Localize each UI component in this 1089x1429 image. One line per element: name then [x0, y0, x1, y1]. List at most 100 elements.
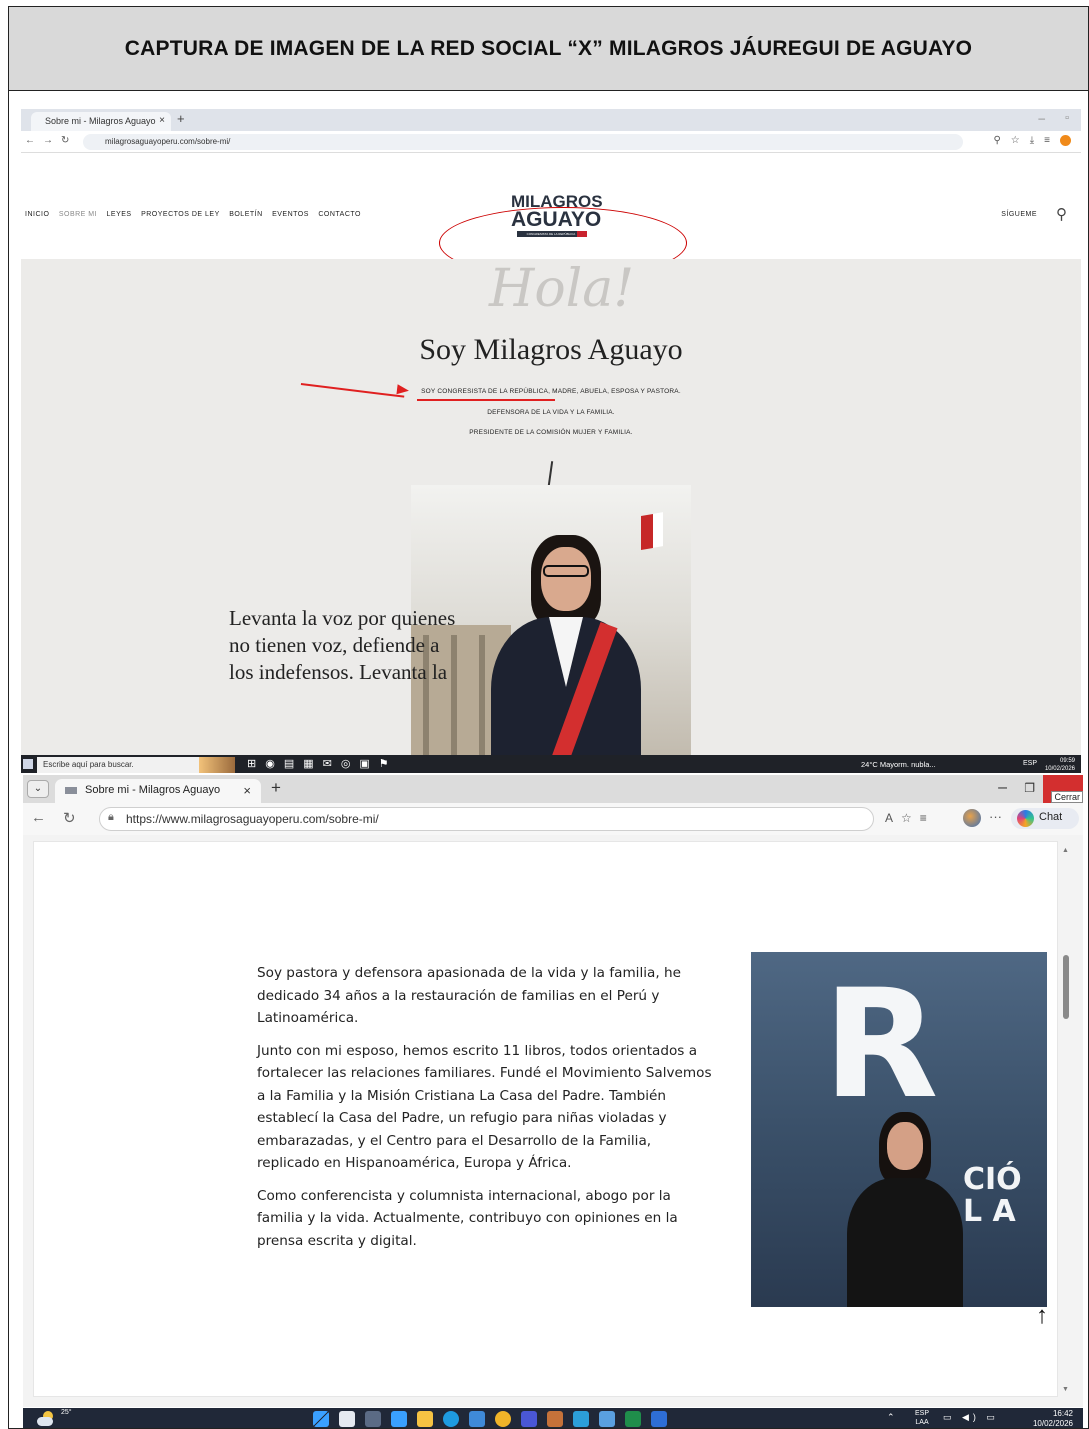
- reload-icon[interactable]: ↻: [63, 809, 76, 827]
- task-view-icon[interactable]: [365, 1411, 381, 1427]
- url-field[interactable]: 🔒︎ https://www.milagrosaguayoperu.com/so…: [99, 807, 874, 831]
- taskbar-app-icons[interactable]: ⊞◉▤▦✉◎▣⚑: [247, 757, 398, 770]
- annotation-arrow-head: [396, 384, 410, 396]
- tray-overflow-icon[interactable]: ⌃: [887, 1412, 895, 1423]
- browser-tab[interactable]: Sobre mi - Milagros Aguayo ×: [55, 779, 261, 803]
- hero-subtitle-line1: SOY CONGRESISTA DE LA REPÚBLICA, MADRE, …: [421, 388, 681, 395]
- site-nav: INICIO SOBRE MI LEYES PROYECTOS DE LEY B…: [25, 211, 368, 218]
- excel-icon[interactable]: [625, 1411, 641, 1427]
- new-tab-button[interactable]: +: [177, 111, 185, 126]
- word-icon[interactable]: [651, 1411, 667, 1427]
- profile-avatar[interactable]: [963, 809, 981, 827]
- weather-icon[interactable]: 25°: [35, 1409, 72, 1427]
- store-icon[interactable]: [469, 1411, 485, 1427]
- site-header: INICIO SOBRE MI LEYES PROYECTOS DE LEY B…: [21, 153, 1081, 279]
- start-icon[interactable]: [313, 1411, 329, 1427]
- nav-sobre-mi[interactable]: SOBRE MI: [59, 211, 97, 218]
- reload-icon[interactable]: ↻: [61, 135, 69, 146]
- stage-letter: R: [823, 958, 939, 1132]
- nav-contacto[interactable]: CONTACTO: [318, 211, 361, 218]
- lang-line1: ESP: [915, 1410, 930, 1417]
- hero-quote: Levanta la voz por quienes no tienen voz…: [229, 605, 455, 686]
- address-bar-row: ← → ↻ milagrosaguayoperu.com/sobre-mi/ ⚲…: [21, 131, 1081, 153]
- back-icon[interactable]: ←: [31, 809, 46, 826]
- start-icon[interactable]: [23, 759, 33, 769]
- search-highlight-image: [199, 757, 235, 773]
- follow-link[interactable]: SÍGUEME: [1001, 211, 1037, 218]
- quote-line1: Levanta la voz por quienes: [229, 606, 456, 630]
- taskbar: 25° ⌃ ESP LAA ▭ ◀) ▭ 16:42 10/02/2026: [23, 1408, 1083, 1428]
- taskbar-clock[interactable]: 09:59 10/02/2026: [1045, 757, 1075, 773]
- back-to-top-icon[interactable]: ↑: [1036, 1302, 1048, 1330]
- weather-widget[interactable]: 24°C Mayorm. nubla...: [861, 760, 936, 769]
- document-title: CAPTURA DE IMAGEN DE LA RED SOCIAL “X” M…: [124, 36, 973, 60]
- scroll-down-icon[interactable]: ▼: [1062, 1386, 1069, 1393]
- nav-inicio[interactable]: INICIO: [25, 211, 49, 218]
- url-field[interactable]: milagrosaguayoperu.com/sobre-mi/: [83, 134, 963, 150]
- temperature: 25°: [61, 1409, 72, 1416]
- tab-actions-chevron-icon[interactable]: ⌄: [27, 780, 49, 798]
- search-icon[interactable]: ⚲: [1056, 205, 1067, 223]
- widgets-icon[interactable]: [391, 1411, 407, 1427]
- nav-leyes[interactable]: LEYES: [107, 211, 132, 218]
- scrollbar[interactable]: ▲ ▼: [1059, 841, 1073, 1397]
- clock-time: 09:59: [1059, 758, 1075, 764]
- scroll-up-icon[interactable]: ▲: [1062, 847, 1069, 854]
- restore-icon[interactable]: ❐: [1024, 781, 1035, 795]
- notepad-icon[interactable]: [599, 1411, 615, 1427]
- tab-title: Sobre mi - Milagros Aguayo: [45, 116, 156, 126]
- file-explorer-icon[interactable]: [417, 1411, 433, 1427]
- tab-title: Sobre mi - Milagros Aguayo: [85, 784, 221, 796]
- forward-icon[interactable]: →: [43, 135, 53, 146]
- minimize-icon[interactable]: –: [998, 779, 1007, 797]
- minimize-icon[interactable]: –: [1038, 111, 1045, 125]
- language-indicator[interactable]: ESP LAA: [915, 1409, 929, 1427]
- paragraph-1: Soy pastora y defensora apasionada de la…: [257, 965, 681, 1026]
- app-icon-2[interactable]: [547, 1411, 563, 1427]
- close-tab-icon[interactable]: ×: [159, 115, 165, 126]
- restore-icon[interactable]: ▫: [1065, 112, 1069, 124]
- quote-line3: los indefensos. Levanta la: [229, 660, 448, 684]
- page-content: Soy pastora y defensora apasionada de la…: [33, 841, 1058, 1397]
- edge-icon[interactable]: [443, 1411, 459, 1427]
- app-icon-3[interactable]: [573, 1411, 589, 1427]
- system-tray-icons[interactable]: ▭ ◀) ▭: [943, 1412, 999, 1423]
- paragraph-2: Junto con mi esposo, hemos escrito 11 li…: [257, 1042, 712, 1172]
- more-options-icon[interactable]: ···: [989, 809, 1002, 824]
- profile-icon[interactable]: [1060, 135, 1071, 146]
- nav-eventos[interactable]: EVENTOS: [272, 211, 309, 218]
- nav-proyectos-de-ley[interactable]: PROYECTOS DE LEY: [141, 211, 220, 218]
- browser-toolbar-icons[interactable]: ⚲☆⤓≡: [993, 135, 1071, 146]
- taskbar-search-input[interactable]: Escribe aquí para buscar.: [37, 757, 209, 773]
- search-placeholder: Escribe aquí para buscar.: [43, 760, 134, 769]
- screenshot-website-chrome: Sobre mi - Milagros Aguayo × + – ▫ ← → ↻…: [21, 109, 1081, 773]
- browser-toolbar-icons[interactable]: A☆≡: [885, 811, 935, 825]
- nav-boletin[interactable]: BOLETÍN: [229, 211, 262, 218]
- lang-line2: LAA: [915, 1419, 929, 1426]
- chrome-icon[interactable]: [495, 1411, 511, 1427]
- clock-date: 10/02/2026: [1032, 1419, 1073, 1428]
- clock-time: 16:42: [1052, 1409, 1073, 1418]
- close-tooltip: Cerrar: [1051, 791, 1083, 803]
- close-tab-icon[interactable]: ×: [243, 783, 251, 798]
- url-text: milagrosaguayoperu.com/sobre-mi/: [105, 137, 231, 146]
- stage-photo: R CIÓ L A: [751, 952, 1047, 1307]
- tray-lang[interactable]: ESP: [1023, 760, 1037, 767]
- hero-subtitle-line3: PRESIDENTE DE LA COMISIÓN MUJER Y FAMILI…: [469, 429, 633, 436]
- browser-tab-strip: Sobre mi - Milagros Aguayo × + – ▫: [21, 109, 1081, 131]
- photo-flag: [641, 513, 653, 551]
- taskbar-clock[interactable]: 16:42 10/02/2026: [1032, 1409, 1073, 1428]
- hero-section: Hola! Soy Milagros Aguayo SOY CONGRESIST…: [21, 259, 1081, 773]
- search-icon[interactable]: [339, 1411, 355, 1427]
- quote-line2: no tienen voz, defiende a: [229, 633, 440, 657]
- app-icon[interactable]: [521, 1411, 537, 1427]
- back-icon[interactable]: ←: [25, 135, 35, 146]
- browser-tab[interactable]: Sobre mi - Milagros Aguayo ×: [31, 112, 171, 131]
- taskbar-app-icons: [313, 1411, 667, 1427]
- copilot-chat-button[interactable]: Chat: [1011, 808, 1079, 829]
- hero-subtitle-line2: DEFENSORA DE LA VIDA Y LA FAMILIA.: [487, 409, 615, 416]
- screenshot-website-edge: ⌄ Sobre mi - Milagros Aguayo × + – ❐ Cer…: [23, 775, 1083, 1407]
- scroll-thumb[interactable]: [1063, 955, 1069, 1019]
- new-tab-button[interactable]: +: [271, 778, 281, 798]
- copilot-icon: [1017, 810, 1034, 827]
